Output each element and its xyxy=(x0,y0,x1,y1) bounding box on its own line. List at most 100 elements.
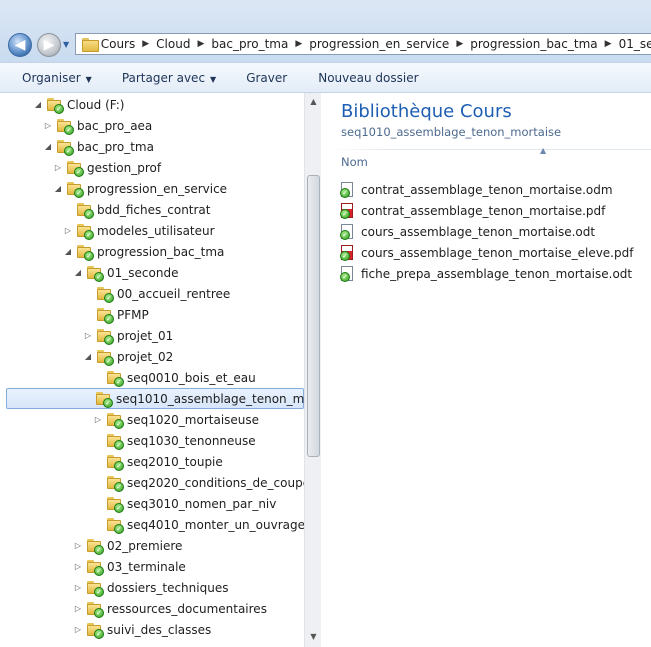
tree-collapse-icon[interactable]: ◢ xyxy=(52,183,64,195)
synced-folder-icon: ✓ xyxy=(106,370,124,387)
tree-item[interactable]: ✓ seq4010_monter_un_ouvrage xyxy=(92,514,305,535)
burn-button[interactable]: Graver xyxy=(246,71,287,85)
address-bar[interactable]: « ▶Cours▶Cloud▶bac_pro_tma▶progression_e… xyxy=(75,33,651,55)
tree-item-label: seq1020_mortaiseuse xyxy=(127,412,260,427)
tree-expand-icon[interactable]: ▷ xyxy=(72,624,84,636)
tree-collapse-icon[interactable]: ◢ xyxy=(62,246,74,258)
tree-item[interactable]: ◢ ✓ progression_bac_tma xyxy=(62,241,224,262)
burn-label: Graver xyxy=(246,70,288,85)
tree-item[interactable]: ▷ ✓ dossiers_techniques xyxy=(72,577,228,598)
tree-expand-icon[interactable]: ▷ xyxy=(72,561,84,573)
tree-item[interactable]: ✓ 00_accueil_rentree xyxy=(82,283,230,304)
tree-item-label: dossiers_techniques xyxy=(107,580,229,595)
synced-folder-icon: ✓ xyxy=(106,433,124,450)
breadcrumb-item[interactable]: 01_seconde xyxy=(619,37,651,51)
breadcrumb-item[interactable]: Cloud xyxy=(156,37,190,51)
tree-item[interactable]: ◢ ✓ projet_02 xyxy=(82,346,173,367)
column-header-name[interactable]: Nom xyxy=(341,155,368,169)
organise-button[interactable]: Organiser ▼ xyxy=(22,71,92,85)
history-dropdown-icon[interactable]: ▼ xyxy=(63,40,71,49)
tree-expand-icon[interactable]: ▷ xyxy=(42,120,54,132)
tree-item[interactable]: ◢ ✓ bac_pro_tma xyxy=(42,136,154,157)
tree-expand-icon[interactable]: ▷ xyxy=(92,414,104,426)
tree-expand-icon[interactable]: ▷ xyxy=(52,162,64,174)
tree-item-label: gestion_prof xyxy=(87,160,162,175)
file-item[interactable]: ✓ fiche_prepa_assemblage_tenon_mortaise.o… xyxy=(340,264,632,284)
tree-item[interactable]: ▷ ✓ bac_pro_aea xyxy=(42,115,152,136)
share-button[interactable]: Partager avec ▼ xyxy=(122,71,216,85)
tree-item[interactable]: ◢ ✓ progression_en_service xyxy=(52,178,227,199)
tree-item-label: seq1010_assemblage_tenon_mortaise xyxy=(116,391,320,406)
tree-expand-icon[interactable]: ▷ xyxy=(72,582,84,594)
tree-item[interactable]: ▷ ✓ modeles_utilisateur xyxy=(62,220,215,241)
tree-item[interactable]: ▷ ✓ suivi_des_classes xyxy=(72,619,211,640)
file-name: contrat_assemblage_tenon_mortaise.odm xyxy=(361,183,613,197)
scroll-up-icon[interactable]: ▲ xyxy=(306,94,321,109)
tree-item-label: seq1030_tenonneuse xyxy=(127,433,256,448)
tree-expand-icon[interactable]: ▷ xyxy=(82,330,94,342)
breadcrumb-separator-icon[interactable]: ▶ xyxy=(605,39,612,49)
file-item[interactable]: ✓ cours_assemblage_tenon_mortaise_eleve.p… xyxy=(340,243,633,263)
document-file-icon: ✓ xyxy=(340,182,354,198)
synced-folder-icon: ✓ xyxy=(106,475,124,492)
synced-folder-icon: ✓ xyxy=(96,307,114,324)
tree-item[interactable]: ✓ seq2020_conditions_de_coupe xyxy=(92,472,310,493)
breadcrumb-separator-icon[interactable]: ▶ xyxy=(295,39,302,49)
file-item[interactable]: ✓ cours_assemblage_tenon_mortaise.odt xyxy=(340,222,595,242)
tree-expand-icon[interactable]: ▷ xyxy=(72,540,84,552)
tree-collapse-icon[interactable]: ◢ xyxy=(42,141,54,153)
new-folder-button[interactable]: Nouveau dossier xyxy=(318,71,418,85)
tree-item[interactable]: ✓ seq2010_toupie xyxy=(92,451,223,472)
file-name: cours_assemblage_tenon_mortaise.odt xyxy=(361,225,596,239)
synced-folder-icon: ✓ xyxy=(106,517,124,534)
breadcrumb-separator-icon[interactable]: ▶ xyxy=(142,39,149,49)
tree-item[interactable]: ✓seq1010_assemblage_tenon_mortaise xyxy=(6,388,320,409)
file-item[interactable]: ✓ contrat_assemblage_tenon_mortaise.pdf xyxy=(340,201,605,221)
breadcrumb-item[interactable]: progression_en_service xyxy=(309,37,449,51)
tree-item[interactable]: ◢ ✓ 01_seconde xyxy=(72,262,178,283)
synced-folder-icon: ✓ xyxy=(86,601,104,618)
file-name: fiche_prepa_assemblage_tenon_mortaise.od… xyxy=(361,267,633,281)
synced-folder-icon: ✓ xyxy=(96,286,114,303)
tree-expand-icon[interactable]: ▷ xyxy=(72,603,84,615)
tree-item[interactable]: ▷ ✓ ressources_documentaires xyxy=(72,598,267,619)
tree-item[interactable]: ✓ seq1030_tenonneuse xyxy=(92,430,256,451)
tree-item[interactable]: ▷ ✓ 02_premiere xyxy=(72,535,182,556)
breadcrumb-separator-icon[interactable]: ▶ xyxy=(456,39,463,49)
synced-folder-icon: ✓ xyxy=(106,454,124,471)
tree-item[interactable]: ✓ bdd_fiches_contrat xyxy=(62,199,211,220)
back-button[interactable]: ◀ xyxy=(8,33,32,57)
scroll-down-icon[interactable]: ▼ xyxy=(306,629,321,644)
tree-item[interactable]: ✓ PFMP xyxy=(82,304,149,325)
synced-folder-icon: ✓ xyxy=(76,244,94,261)
file-item[interactable]: ✓ contrat_assemblage_tenon_mortaise.odm xyxy=(340,180,613,200)
file-name: contrat_assemblage_tenon_mortaise.pdf xyxy=(361,204,606,218)
tree-collapse-icon[interactable]: ◢ xyxy=(72,267,84,279)
scroll-thumb[interactable] xyxy=(307,175,320,457)
breadcrumb-item[interactable]: Cours xyxy=(101,37,136,51)
synced-folder-icon: ✓ xyxy=(86,538,104,555)
tree-item[interactable]: ✓ seq0010_bois_et_eau xyxy=(92,367,256,388)
nav-scrollbar[interactable]: ▲ ▼ xyxy=(304,93,321,647)
forward-button[interactable]: ▶ xyxy=(37,33,61,57)
tree-item-label: Cloud (F:) xyxy=(67,97,125,112)
command-bar: Organiser ▼ Partager avec ▼ Graver Nouveau… xyxy=(0,62,651,93)
tree-item[interactable]: ▷ ✓ seq1020_mortaiseuse xyxy=(92,409,259,430)
navigation-pane[interactable]: ◢ ✓ Cloud (F:) ▷ ✓ bac_pro_aea ◢ ✓ bac_pro_tma ▷ ✓… xyxy=(0,93,321,647)
tree-expand-icon[interactable]: ▷ xyxy=(62,225,74,237)
breadcrumb-item[interactable]: progression_bac_tma xyxy=(470,37,597,51)
breadcrumb-item[interactable]: bac_pro_tma xyxy=(211,37,288,51)
tree-item-label: projet_01 xyxy=(117,328,174,343)
tree-item[interactable]: ▷ ✓ projet_01 xyxy=(82,325,173,346)
tree-item-label: modeles_utilisateur xyxy=(97,223,215,238)
breadcrumb-separator-icon[interactable]: ▶ xyxy=(197,39,204,49)
tree-collapse-icon[interactable]: ◢ xyxy=(32,99,44,111)
tree-item[interactable]: ◢ ✓ Cloud (F:) xyxy=(32,94,124,115)
tree-item[interactable]: ✓ seq3010_nomen_par_niv xyxy=(92,493,276,514)
organise-label: Organiser xyxy=(22,70,81,85)
tree-item[interactable]: ▷ ✓ 03_terminale xyxy=(72,556,186,577)
tree-collapse-icon[interactable]: ◢ xyxy=(82,351,94,363)
tree-item[interactable]: ▷ ✓ gestion_prof xyxy=(52,157,161,178)
